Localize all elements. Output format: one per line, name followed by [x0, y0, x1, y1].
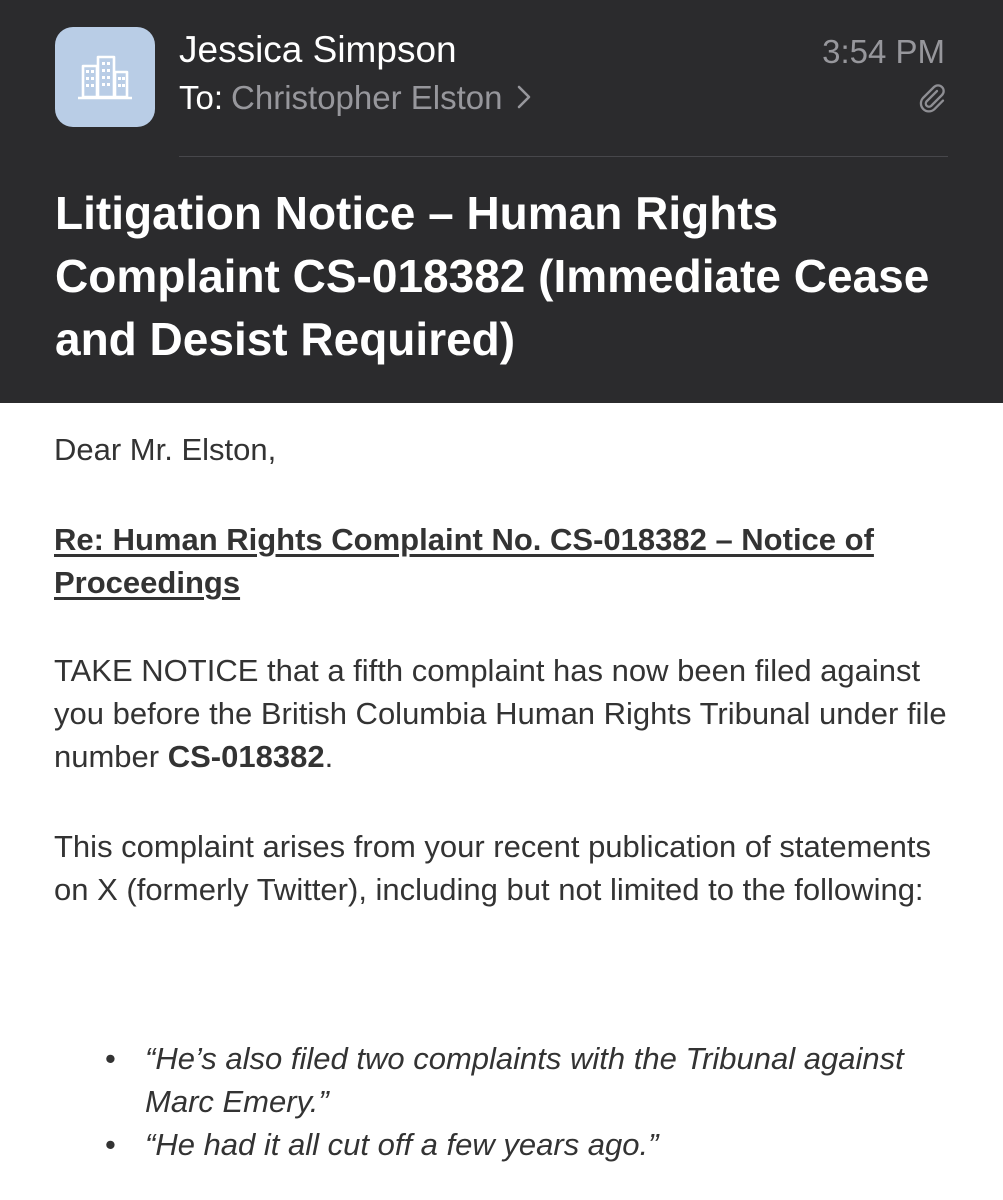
list-item: • “He had it all cut off a few years ago.… [54, 1123, 974, 1166]
header-divider [179, 156, 948, 157]
quote-text: “He’s also filed two complaints with the… [145, 1041, 904, 1119]
notice-end: . [324, 739, 334, 774]
recipient-line[interactable]: To: Christopher Elston [179, 76, 531, 120]
chevron-right-icon [517, 85, 530, 109]
timestamp: 3:54 PM [822, 33, 945, 70]
file-number: CS-018382 [167, 739, 325, 774]
paperclip-icon [919, 84, 945, 113]
bullet: • [105, 1127, 116, 1162]
email-subject: Litigation Notice – Human Rights Complai… [55, 187, 930, 365]
bullet: • [105, 1041, 116, 1076]
sender-avatar[interactable] [55, 27, 155, 127]
to-label: To: [179, 79, 224, 116]
email-header: Jessica Simpson To: Christopher Elston 3:… [0, 0, 1003, 403]
building-icon [78, 55, 132, 100]
sender-name[interactable]: Jessica Simpson [179, 26, 457, 74]
list-item: • “He’s also filed two complaints with th… [54, 1037, 974, 1123]
quote-list: • “He’s also filed two complaints with th… [54, 1037, 974, 1166]
notice-paragraph: TAKE NOTICE that a fifth complaint has n… [54, 649, 954, 778]
re-line: Re: Human Rights Complaint No. CS-018382… [54, 522, 874, 600]
greeting: Dear Mr. Elston, [54, 432, 277, 467]
quote-text: “He had it all cut off a few years ago.” [145, 1127, 659, 1162]
complaint-paragraph: This complaint arises from your recent p… [54, 829, 931, 907]
recipient-name[interactable]: Christopher Elston [231, 79, 502, 116]
